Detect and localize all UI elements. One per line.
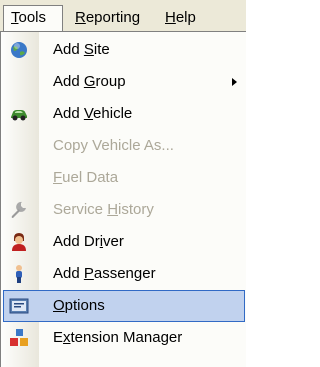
menu-item-label: Fuel Data (53, 169, 119, 186)
tools-dropdown-menu: Add Site Add Group Add Vehicle Copy Vehi… (0, 31, 246, 367)
menu-help-label: Help (165, 9, 196, 26)
wrench-icon (9, 200, 29, 220)
menu-item-service-history[interactable]: Service History (3, 194, 245, 226)
menu-item-label: Copy Vehicle As... (53, 137, 174, 154)
menu-item-label: Add Passenger (53, 265, 156, 282)
extensions-icon (9, 328, 29, 348)
menu-item-label: Add Group (53, 73, 126, 90)
menu-reporting[interactable]: Reporting (68, 5, 147, 31)
menu-reporting-label: Reporting (75, 9, 141, 26)
menu-item-add-group[interactable]: Add Group (3, 66, 245, 98)
options-icon (9, 296, 29, 316)
menu-help[interactable]: Help (158, 5, 203, 31)
menu-item-add-passenger[interactable]: Add Passenger (3, 258, 245, 290)
car-icon (9, 104, 29, 124)
menu-item-add-vehicle[interactable]: Add Vehicle (3, 98, 245, 130)
menu-item-copy-vehicle-as[interactable]: Copy Vehicle As... (3, 130, 245, 162)
menu-item-extension-manager[interactable]: Extension Manager (3, 322, 245, 354)
menu-item-label: Service History (53, 201, 154, 218)
menu-item-label: Add Site (53, 41, 110, 58)
menu-item-label: Add Vehicle (53, 105, 133, 122)
menu-item-add-driver[interactable]: Add Driver (3, 226, 245, 258)
menu-item-label: Add Driver (53, 233, 124, 250)
menu-tools[interactable]: Tools (3, 5, 63, 31)
passenger-icon (9, 264, 29, 284)
menu-bar: Tools Reporting Help (0, 0, 246, 33)
driver-icon (9, 232, 29, 252)
menu-item-label: Extension Manager (53, 329, 183, 346)
menu-item-add-site[interactable]: Add Site (3, 34, 245, 66)
menu-tools-label: Tools (11, 9, 47, 26)
menu-item-options[interactable]: Options (3, 290, 245, 322)
globe-icon (9, 40, 29, 60)
submenu-arrow-icon (232, 78, 237, 86)
menu-item-label: Options (53, 297, 105, 314)
menu-item-fuel-data[interactable]: Fuel Data (3, 162, 245, 194)
